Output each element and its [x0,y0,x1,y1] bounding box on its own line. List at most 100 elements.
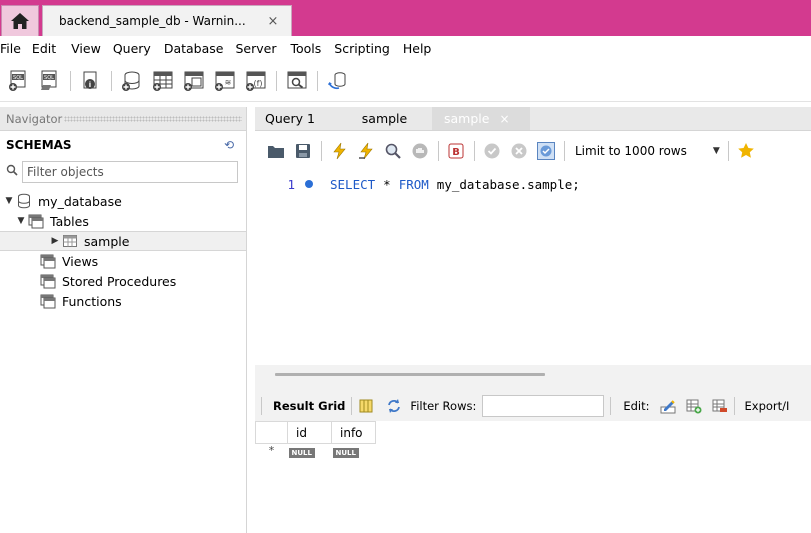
tree-item-views[interactable]: Views [0,251,246,271]
create-view-icon[interactable] [183,70,205,92]
limit-rows-select[interactable]: Limit to 1000 rows [575,144,687,158]
execute-icon[interactable] [330,142,348,160]
menu-server[interactable]: Server [235,41,290,56]
svg-text:B: B [452,147,460,158]
grid-header-row: id info [255,421,376,444]
tab-label: sample [444,111,490,126]
home-tab[interactable] [1,5,39,36]
statement-marker-icon [305,180,313,188]
open-file-icon[interactable] [267,142,285,160]
navigator-title: Navigator [6,111,63,126]
edit-row-icon[interactable] [660,398,676,414]
chevron-down-icon[interactable]: ▼ [713,146,720,156]
main-toolbar: SQL SQL i ≋ (f) [0,60,811,102]
menu-database[interactable]: Database [164,41,236,56]
create-table-icon[interactable] [152,70,174,92]
create-procedure-icon[interactable]: ≋ [214,70,236,92]
close-icon[interactable]: × [499,112,509,126]
menu-edit[interactable]: Edit [32,41,71,56]
connection-info-icon[interactable]: i [80,70,102,92]
home-icon [11,13,29,29]
search-table-data-icon[interactable] [286,70,308,92]
functions-folder-icon [40,294,56,309]
commit-icon[interactable] [483,142,501,160]
delete-row-icon[interactable] [712,398,728,414]
menu-scripting[interactable]: Scripting [334,41,403,56]
stop-icon[interactable] [411,142,429,160]
tree-item-my-database[interactable]: ▼ my_database [0,191,246,211]
column-header-info[interactable]: info [331,421,376,444]
splitter-grip[interactable] [275,373,545,376]
tab-sample[interactable]: sample [337,107,432,130]
editor-tab-bar: Query 1 sample sample × [255,107,811,131]
cell-info[interactable]: NULL [332,444,376,464]
connection-tab[interactable]: backend_sample_db - Warnin... × [42,5,292,36]
menu-help[interactable]: Help [403,41,440,56]
tree-item-functions[interactable]: Functions [0,291,246,311]
navigator-header: Navigator [0,107,246,131]
toolbar-separator [351,397,353,415]
refresh-icon[interactable] [386,398,402,414]
expand-triangle-icon[interactable]: ▼ [16,216,26,226]
filter-rows-input[interactable] [482,395,605,417]
menu-tools[interactable]: Tools [290,41,334,56]
close-icon[interactable]: × [265,14,281,29]
grid-layout-icon[interactable] [358,398,374,414]
autocommit-toggle-icon[interactable] [537,142,555,160]
toolbar-separator [610,397,612,415]
new-sql-tab-icon[interactable]: SQL [8,70,30,92]
create-schema-icon[interactable] [121,70,143,92]
expand-triangle-icon[interactable]: ▼ [4,196,14,206]
sql-keyword-select: SELECT [330,176,376,192]
rollback-icon[interactable] [510,142,528,160]
svg-text:i: i [89,81,91,89]
save-icon[interactable] [294,142,312,160]
tree-label: Views [62,253,99,269]
tree-item-stored-procedures[interactable]: Stored Procedures [0,271,246,291]
cell-id[interactable]: NULL [288,444,332,464]
line-number: 1 [287,176,295,192]
execute-current-icon[interactable] [357,142,375,160]
reconnect-icon[interactable] [327,70,349,92]
filter-objects-input[interactable] [22,161,238,183]
result-grid: id info * NULL NULL [255,421,811,533]
menu-view[interactable]: View [71,41,113,56]
null-badge: NULL [288,448,315,458]
panel-grip[interactable] [64,115,242,122]
result-toolbar: Result Grid Filter Rows: Edit: Export/I [255,391,811,421]
export-import-label[interactable]: Export/I [745,399,790,413]
tab-sample-active[interactable]: sample × [432,107,530,130]
panel-splitter[interactable] [255,365,811,391]
tab-label: sample [361,111,408,126]
table-row[interactable]: * NULL NULL [256,444,376,464]
toolbar-separator [564,141,565,161]
menu-query[interactable]: Query [113,41,164,56]
schemas-header: SCHEMAS ⟲ [0,131,246,159]
svg-text:SQL: SQL [44,75,54,81]
filter-rows-label: Filter Rows: [410,399,477,413]
beautify-star-icon[interactable] [737,142,755,160]
column-header-id[interactable]: id [287,421,332,444]
result-grid-tab[interactable]: Result Grid [273,399,345,413]
explain-icon[interactable] [384,142,402,160]
refresh-icon[interactable]: ⟲ [224,138,234,152]
tree-item-sample[interactable]: ▶ sample [0,231,246,251]
sql-keyword-from: FROM [398,176,429,192]
menu-bar: File Edit View Query Database Server Too… [0,36,811,60]
sql-editor[interactable]: 1 SELECT * FROM my_database.sample; [255,170,811,365]
insert-row-icon[interactable] [686,398,702,414]
collapse-triangle-icon[interactable]: ▶ [50,236,60,246]
tree-label: sample [84,233,130,249]
tab-query-1[interactable]: Query 1 [255,107,337,130]
toggle-error-icon[interactable]: B [447,142,465,160]
tree-label: my_database [38,193,122,209]
create-function-icon[interactable]: (f) [245,70,267,92]
svg-text:(f): (f) [253,79,262,88]
connection-tab-title: backend_sample_db - Warnin... [59,14,246,28]
toolbar-separator [317,70,318,91]
toolbar-separator [733,397,735,415]
menu-file[interactable]: File [0,41,32,56]
tree-item-tables[interactable]: ▼ Tables [0,211,246,231]
views-folder-icon [40,254,56,269]
open-sql-script-icon[interactable]: SQL [39,70,61,92]
